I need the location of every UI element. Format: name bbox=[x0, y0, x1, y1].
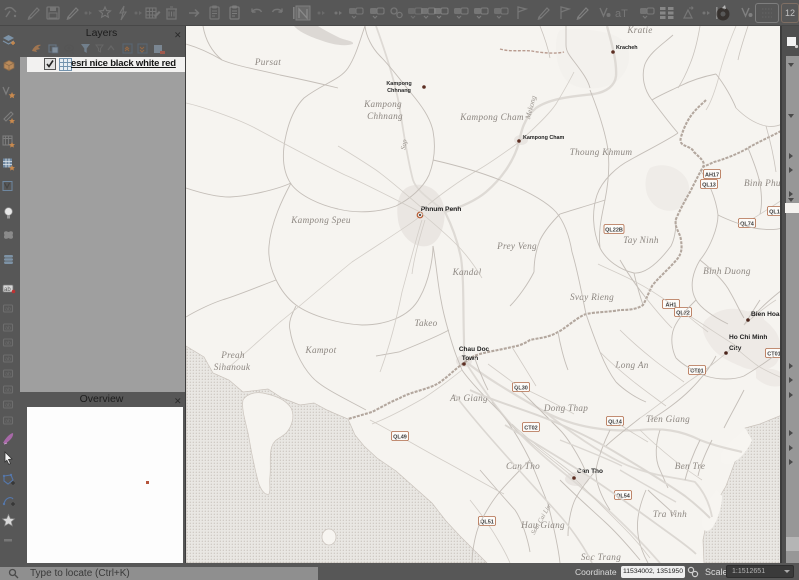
svg-text:AH17: AH17 bbox=[705, 173, 719, 179]
svg-text:Kampong: Kampong bbox=[386, 81, 411, 87]
svg-text:ab: ab bbox=[5, 403, 11, 409]
svg-text:ab: ab bbox=[5, 419, 11, 425]
svg-text:Dong Thap: Dong Thap bbox=[543, 403, 588, 413]
svg-text:Phnum Penh: Phnum Penh bbox=[421, 206, 462, 213]
svg-text:Can Tho: Can Tho bbox=[506, 461, 540, 471]
svg-text:CT02: CT02 bbox=[524, 426, 537, 432]
svg-text:CT01: CT01 bbox=[767, 352, 780, 358]
svg-text:Svay Rieng: Svay Rieng bbox=[570, 292, 614, 302]
svg-text:Chhnang: Chhnang bbox=[367, 111, 403, 121]
svg-text:Kratie: Kratie bbox=[626, 26, 652, 35]
svg-text:ab: ab bbox=[5, 307, 11, 313]
svg-text:Binh Phuoc: Binh Phuoc bbox=[744, 178, 782, 188]
svg-text:ab: ab bbox=[5, 357, 11, 363]
svg-text:aT: aT bbox=[615, 8, 628, 20]
svg-text:Tien Giang: Tien Giang bbox=[646, 414, 690, 424]
svg-text:Sihanouk: Sihanouk bbox=[214, 362, 251, 372]
svg-text:ab: ab bbox=[5, 372, 11, 378]
svg-text:Kampong: Kampong bbox=[363, 99, 402, 109]
svg-text:Chau Doc: Chau Doc bbox=[459, 346, 490, 353]
svg-text:ab: ab bbox=[4, 287, 11, 293]
svg-text:Binh Duong: Binh Duong bbox=[703, 266, 751, 276]
svg-text:Tay Ninh: Tay Ninh bbox=[623, 235, 659, 245]
svg-text:Preah: Preah bbox=[220, 350, 245, 360]
svg-text:Pursat: Pursat bbox=[254, 57, 281, 67]
svg-text:Kandal: Kandal bbox=[452, 267, 482, 277]
svg-text:QL13: QL13 bbox=[702, 183, 716, 189]
svg-text:Kampong Cham: Kampong Cham bbox=[459, 112, 524, 122]
svg-text:QL49: QL49 bbox=[393, 435, 407, 441]
svg-text:QL51: QL51 bbox=[480, 520, 494, 526]
svg-text:Ho Chi Minh: Ho Chi Minh bbox=[729, 334, 767, 341]
svg-text:Takeo: Takeo bbox=[414, 318, 437, 328]
svg-text:Prey Veng: Prey Veng bbox=[496, 241, 537, 251]
svg-text:QL30: QL30 bbox=[514, 386, 528, 392]
svg-text:ab: ab bbox=[5, 388, 11, 394]
svg-text:Bien Hoa: Bien Hoa bbox=[751, 311, 780, 318]
svg-text:Kampot: Kampot bbox=[305, 345, 337, 355]
svg-text:ab: ab bbox=[5, 326, 11, 332]
svg-text:Chhnang: Chhnang bbox=[387, 88, 411, 94]
svg-text:Thoung Khmum: Thoung Khmum bbox=[570, 147, 633, 157]
svg-text:Kampong Cham: Kampong Cham bbox=[523, 135, 565, 141]
svg-text:Kampong Speu: Kampong Speu bbox=[290, 215, 351, 225]
svg-text:Kracheh: Kracheh bbox=[616, 45, 638, 51]
svg-text:Long An: Long An bbox=[614, 360, 648, 370]
svg-text:QL22B: QL22B bbox=[605, 228, 623, 234]
svg-text:ab: ab bbox=[5, 341, 11, 347]
